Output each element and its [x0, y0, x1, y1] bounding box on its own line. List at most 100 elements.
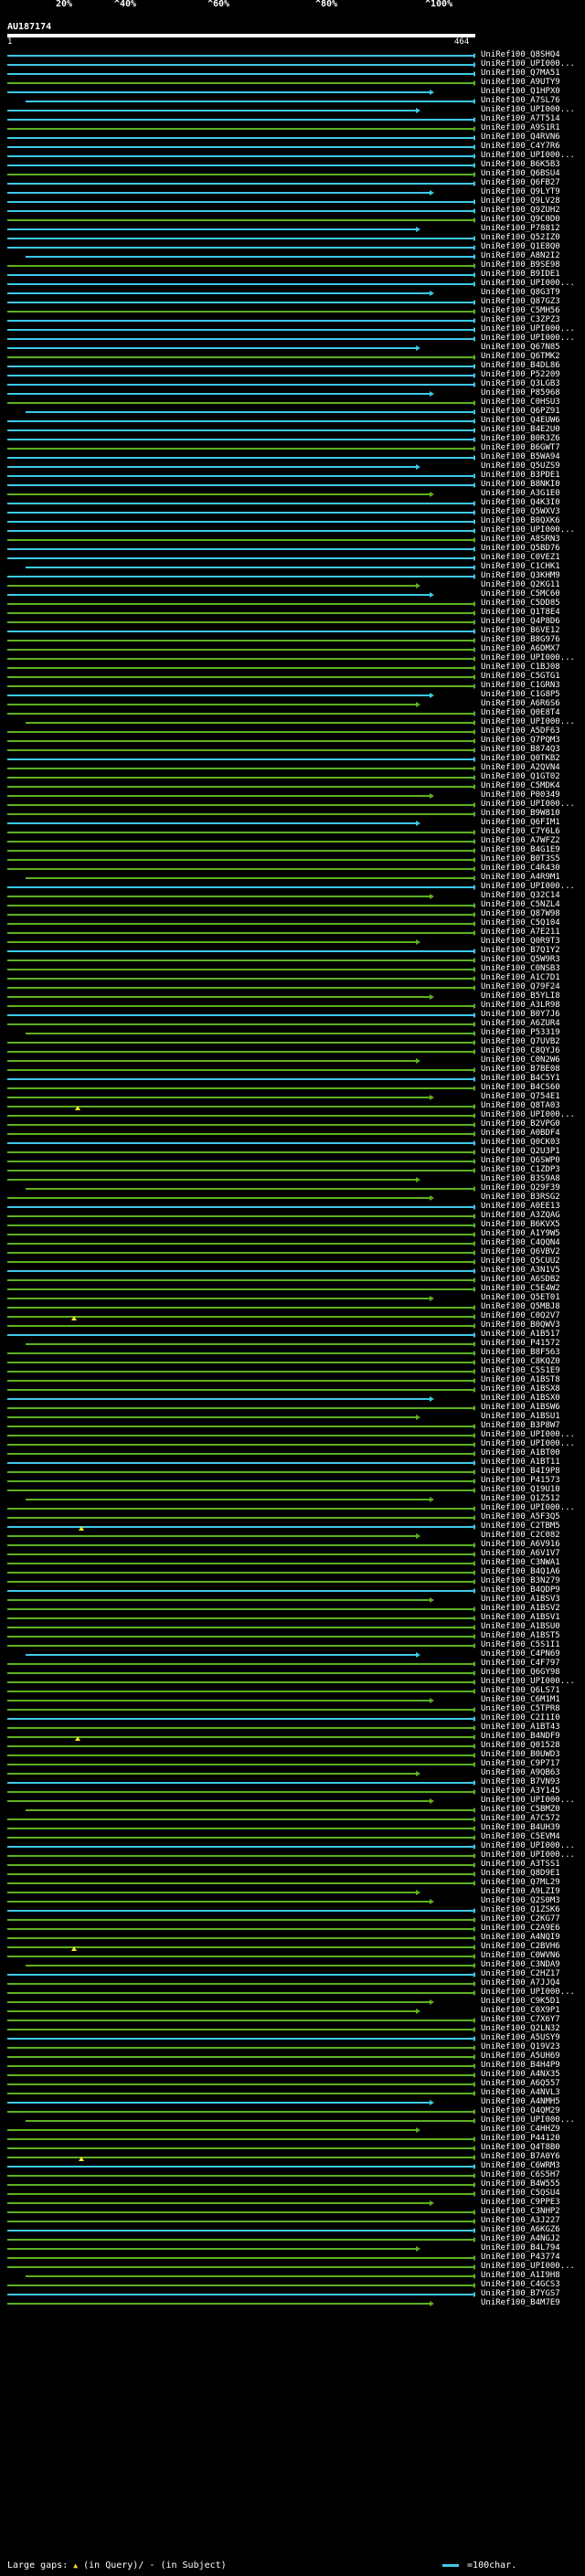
hit-line[interactable]	[7, 311, 473, 313]
hit-line[interactable]	[7, 1782, 473, 1784]
hit-label[interactable]: UniRef100_Q6TMK2	[481, 352, 585, 361]
hit-label[interactable]: UniRef100_A3LR98	[481, 1001, 585, 1010]
hit-line[interactable]	[7, 1590, 473, 1592]
hit-label[interactable]: UniRef100_P41573	[481, 1476, 585, 1485]
hit-line[interactable]	[7, 996, 430, 998]
hit-line[interactable]	[7, 2038, 473, 2040]
hit-label[interactable]: UniRef100_B7A0Y6	[481, 2152, 585, 2161]
hit-line[interactable]	[7, 1298, 430, 1299]
hit-label[interactable]: UniRef100_B5YLI8	[481, 991, 585, 1001]
hit-label[interactable]: UniRef100_C5EVM4	[481, 1832, 585, 1841]
hit-label[interactable]: UniRef100_P78812	[481, 224, 585, 233]
hit-line[interactable]	[7, 1563, 473, 1564]
hit-label[interactable]: UniRef100_Q2U3P1	[481, 1147, 585, 1156]
hit-label[interactable]: UniRef100_C2BVH6	[481, 1942, 585, 1951]
hit-label[interactable]: UniRef100_C4F797	[481, 1659, 585, 1668]
hit-line[interactable]	[7, 658, 473, 660]
hit-label[interactable]: UniRef100_B4Q1A6	[481, 1567, 585, 1576]
hit-line[interactable]	[7, 786, 473, 788]
hit-label[interactable]: UniRef100_C6S5H7	[481, 2170, 585, 2179]
hit-label[interactable]: UniRef100_A1BSX8	[481, 1384, 585, 1394]
hit-label[interactable]: UniRef100_Q79F24	[481, 982, 585, 991]
hit-line[interactable]	[7, 2056, 473, 2058]
hit-line[interactable]	[7, 777, 473, 779]
hit-label[interactable]: UniRef100_B0R3Z6	[481, 434, 585, 443]
hit-label[interactable]: UniRef100_C5E4W2	[481, 1284, 585, 1293]
hit-line[interactable]	[7, 1133, 473, 1135]
hit-label[interactable]: UniRef100_A3J227	[481, 2216, 585, 2225]
hit-label[interactable]: UniRef100_A9QB63	[481, 1768, 585, 1777]
hit-label[interactable]: UniRef100_B9SE98	[481, 260, 585, 270]
hit-label[interactable]: UniRef100_A1BSV1	[481, 1613, 585, 1622]
hit-label[interactable]: UniRef100_Q6PZ91	[481, 407, 585, 416]
hit-label[interactable]: UniRef100_B4W555	[481, 2179, 585, 2189]
hit-label[interactable]: UniRef100_B3S9A8	[481, 1174, 585, 1183]
hit-label[interactable]: UniRef100_A7SL76	[481, 96, 585, 105]
hit-label[interactable]: UniRef100_A7T514	[481, 114, 585, 123]
hit-label[interactable]: UniRef100_Q7MA51	[481, 69, 585, 78]
hit-line[interactable]	[7, 1983, 473, 1985]
hit-label[interactable]: UniRef100_C5Q104	[481, 918, 585, 928]
hit-line[interactable]	[7, 1215, 473, 1217]
hit-label[interactable]: UniRef100_C0Q2V7	[481, 1311, 585, 1320]
hit-label[interactable]: UniRef100_C8KQZ0	[481, 1357, 585, 1366]
hit-line[interactable]	[7, 1197, 430, 1199]
hit-label[interactable]: UniRef100_Q6FB27	[481, 178, 585, 187]
hit-label[interactable]: UniRef100_C1GRN3	[481, 681, 585, 690]
hit-label[interactable]: UniRef100_B4H4P9	[481, 2061, 585, 2070]
hit-label[interactable]: UniRef100_Q1T8E4	[481, 608, 585, 617]
hit-line[interactable]	[7, 1928, 473, 1930]
hit-line[interactable]	[7, 1161, 473, 1162]
hit-line[interactable]	[7, 1544, 473, 1546]
hit-line[interactable]	[7, 1617, 473, 1619]
hit-label[interactable]: UniRef100_UPI000...	[481, 1503, 585, 1512]
hit-line[interactable]	[7, 2065, 473, 2067]
hit-label[interactable]: UniRef100_Q8TA03	[481, 1101, 585, 1110]
hit-label[interactable]: UniRef100_C5NZL4	[481, 900, 585, 909]
hit-line[interactable]	[7, 73, 473, 75]
hit-line[interactable]	[7, 265, 473, 267]
hit-label[interactable]: UniRef100_Q32C14	[481, 891, 585, 900]
hit-line[interactable]	[7, 1910, 473, 1912]
hit-label[interactable]: UniRef100_Q6VBV2	[481, 1247, 585, 1256]
hit-line[interactable]	[7, 493, 430, 495]
hit-line[interactable]	[7, 969, 473, 970]
hit-line[interactable]	[7, 1362, 473, 1363]
hit-label[interactable]: UniRef100_B4I9P8	[481, 1467, 585, 1476]
hit-line[interactable]	[7, 2029, 473, 2030]
hit-line[interactable]	[7, 1078, 473, 1080]
hit-label[interactable]: UniRef100_B7BE08	[481, 1065, 585, 1074]
hit-line[interactable]	[7, 1636, 473, 1638]
hit-line[interactable]	[7, 2047, 473, 2049]
hit-label[interactable]: UniRef100_B3PDE1	[481, 471, 585, 480]
hit-label[interactable]: UniRef100_C0HSU3	[481, 398, 585, 407]
hit-line[interactable]	[7, 640, 473, 641]
hit-line[interactable]	[26, 411, 473, 413]
hit-line[interactable]	[7, 749, 473, 751]
hit-label[interactable]: UniRef100_A8SRN3	[481, 535, 585, 544]
hit-line[interactable]	[7, 685, 473, 687]
hit-label[interactable]: UniRef100_C5MC60	[481, 589, 585, 599]
hit-line[interactable]	[7, 1526, 473, 1528]
hit-line[interactable]	[7, 576, 473, 578]
hit-label[interactable]: UniRef100_C1ZDP3	[481, 1165, 585, 1174]
hit-label[interactable]: UniRef100_A4R9M1	[481, 873, 585, 882]
hit-line[interactable]	[7, 2230, 473, 2231]
hit-line[interactable]	[7, 1352, 473, 1354]
hit-label[interactable]: UniRef100_Q6BSU4	[481, 169, 585, 178]
hit-label[interactable]: UniRef100_A1BT11	[481, 1458, 585, 1467]
hit-label[interactable]: UniRef100_C3NWA1	[481, 1558, 585, 1567]
hit-line[interactable]	[7, 110, 416, 111]
hit-line[interactable]	[7, 192, 430, 194]
hit-line[interactable]	[7, 896, 430, 897]
hit-label[interactable]: UniRef100_B4DL86	[481, 361, 585, 370]
hit-line[interactable]	[7, 2129, 416, 2131]
hit-line[interactable]	[7, 1288, 473, 1290]
hit-label[interactable]: UniRef100_A6ZUR4	[481, 1019, 585, 1028]
hit-line[interactable]	[7, 1553, 473, 1555]
hit-label[interactable]: UniRef100_C5MH56	[481, 306, 585, 315]
hit-label[interactable]: UniRef100_B9IDE1	[481, 270, 585, 279]
hit-label[interactable]: UniRef100_A3G1E0	[481, 489, 585, 498]
hit-label[interactable]: UniRef100_C5BMZ0	[481, 1805, 585, 1814]
hit-label[interactable]: UniRef100_B4L794	[481, 2243, 585, 2253]
